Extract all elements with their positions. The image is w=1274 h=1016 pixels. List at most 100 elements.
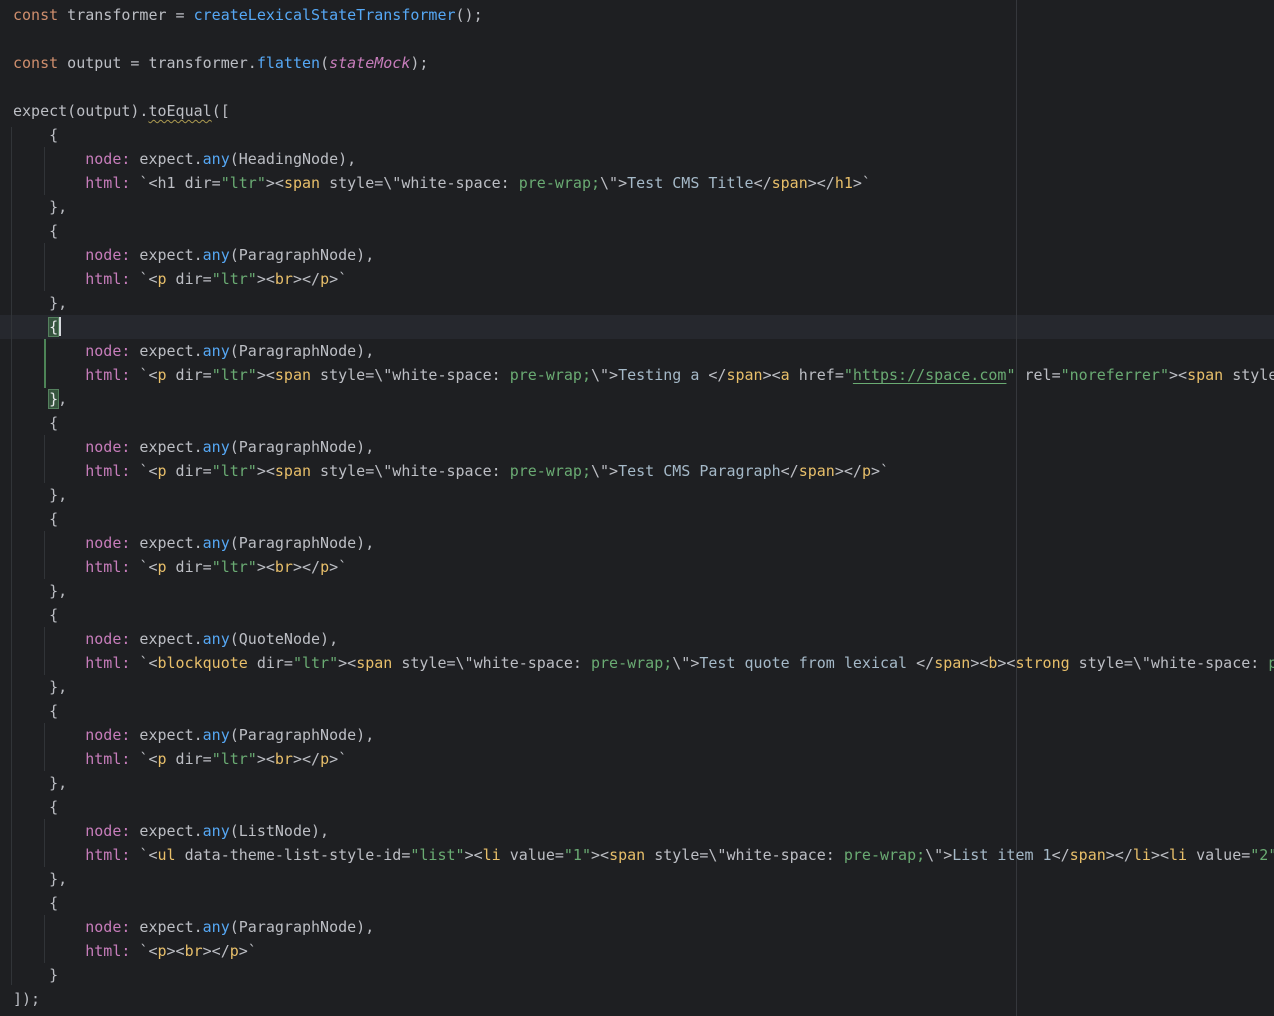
code-token-tag: br	[185, 942, 203, 960]
code-line[interactable]: {	[13, 699, 1274, 723]
code-token-str: pre-wrap;	[519, 174, 600, 192]
code-line[interactable]: html: `<ul data-theme-list-style-id="lis…	[13, 843, 1274, 867]
code-line[interactable]: {	[13, 507, 1274, 531]
code-token-tag: br	[275, 558, 293, 576]
code-token-tag: li	[1133, 846, 1151, 864]
code-token-t: ><	[763, 366, 781, 384]
code-line[interactable]: {	[13, 411, 1274, 435]
code-token-t: ([	[212, 102, 230, 120]
code-line[interactable]: node: expect.any(ParagraphNode),	[13, 339, 1274, 363]
code-line[interactable]: node: expect.any(ParagraphNode),	[13, 915, 1274, 939]
code-line[interactable]: html: `<p dir="ltr"><span style=\"white-…	[13, 459, 1274, 483]
code-token-t: {	[13, 222, 58, 240]
code-line[interactable]	[13, 27, 1274, 51]
code-token-t: ><	[1169, 366, 1187, 384]
code-token-prop: html:	[85, 942, 130, 960]
code-line[interactable]: },	[13, 579, 1274, 603]
code-line[interactable]: },	[13, 675, 1274, 699]
matched-brace: {	[49, 318, 58, 336]
code-token-fn: any	[203, 726, 230, 744]
code-line[interactable]: node: expect.any(ParagraphNode),	[13, 531, 1274, 555]
code-line[interactable]: node: expect.any(ParagraphNode),	[13, 435, 1274, 459]
code-token-t: `<	[130, 270, 157, 288]
code-token-t	[13, 942, 85, 960]
code-token-tag: p	[158, 558, 167, 576]
code-token-t: `<	[130, 558, 157, 576]
code-line[interactable]: }	[13, 963, 1274, 987]
code-line[interactable]: expect(output).toEqual([	[13, 99, 1274, 123]
code-token-fn: flatten	[257, 54, 320, 72]
code-token-t: dir=	[248, 654, 293, 672]
code-token-t: ,	[58, 390, 67, 408]
code-token-t: (ParagraphNode),	[230, 534, 375, 552]
code-token-t: (ParagraphNode),	[230, 726, 375, 744]
code-line[interactable]: ]);	[13, 987, 1274, 1011]
code-editor[interactable]: const transformer = createLexicalStateTr…	[0, 0, 1274, 1016]
code-token-t: {	[13, 606, 58, 624]
code-token-kw: const	[13, 6, 58, 24]
code-token-t: },	[13, 870, 67, 888]
code-token-html: Test CMS Title	[627, 174, 753, 192]
code-token-str: "list"	[410, 846, 464, 864]
code-line[interactable]: },	[13, 867, 1274, 891]
code-token-kw: const	[13, 54, 58, 72]
code-token-t: dir=	[167, 462, 212, 480]
code-line[interactable]: {	[13, 315, 1274, 339]
code-token-t: ></	[835, 462, 862, 480]
code-line[interactable]: {	[13, 603, 1274, 627]
code-line[interactable]: node: expect.any(QuoteNode),	[13, 627, 1274, 651]
code-line[interactable]: },	[13, 387, 1274, 411]
code-token-tag: span	[934, 654, 970, 672]
code-token-t: },	[13, 486, 67, 504]
code-line[interactable]: html: `<p dir="ltr"><br></p>`	[13, 747, 1274, 771]
code-token-tag: span	[284, 174, 320, 192]
code-token-tag: span	[726, 366, 762, 384]
code-line[interactable]: },	[13, 771, 1274, 795]
code-token-t: },	[13, 198, 67, 216]
code-token-str: "ltr"	[212, 462, 257, 480]
code-line[interactable]	[13, 75, 1274, 99]
code-token-t	[13, 630, 85, 648]
code-token-prop: node:	[85, 630, 130, 648]
code-token-fn: any	[203, 630, 230, 648]
code-line[interactable]: {	[13, 123, 1274, 147]
code-line[interactable]: },	[13, 291, 1274, 315]
code-token-str: "ltr"	[212, 750, 257, 768]
code-token-t: (ParagraphNode),	[230, 342, 375, 360]
code-token-t: ><	[970, 654, 988, 672]
code-line[interactable]: html: `<p><br></p>`	[13, 939, 1274, 963]
code-token-t: ></	[808, 174, 835, 192]
code-line[interactable]: html: `<p dir="ltr"><br></p>`	[13, 555, 1274, 579]
code-line[interactable]: html: `<p dir="ltr"><br></p>`	[13, 267, 1274, 291]
code-line[interactable]: html: `<p dir="ltr"><span style=\"white-…	[13, 363, 1274, 387]
code-token-prop: node:	[85, 822, 130, 840]
code-token-tag: span	[1187, 366, 1223, 384]
code-line[interactable]: node: expect.any(ParagraphNode),	[13, 723, 1274, 747]
code-line[interactable]: node: expect.any(HeadingNode),	[13, 147, 1274, 171]
code-token-t	[13, 342, 85, 360]
code-token-t: >`	[329, 750, 347, 768]
code-line[interactable]: const transformer = createLexicalStateTr…	[13, 3, 1274, 27]
code-line[interactable]: node: expect.any(ListNode),	[13, 819, 1274, 843]
code-line[interactable]: html: `<blockquote dir="ltr"><span style…	[13, 651, 1274, 675]
code-line[interactable]: {	[13, 219, 1274, 243]
code-token-t: ><	[338, 654, 356, 672]
code-line[interactable]: const output = transformer.flatten(state…	[13, 51, 1274, 75]
code-token-html: Test CMS Paragraph	[618, 462, 781, 480]
code-token-fn: any	[203, 342, 230, 360]
code-token-t: `<	[130, 846, 157, 864]
code-token-t: ><	[257, 366, 275, 384]
code-line[interactable]: {	[13, 891, 1274, 915]
code-line[interactable]: },	[13, 483, 1274, 507]
code-token-t: expect.	[130, 534, 202, 552]
code-token-t	[13, 846, 85, 864]
code-token-t: (ParagraphNode),	[230, 246, 375, 264]
code-token-t: >`	[329, 558, 347, 576]
code-token-html: Test quote from lexical	[699, 654, 916, 672]
code-token-t: `<	[130, 366, 157, 384]
code-line[interactable]: node: expect.any(ParagraphNode),	[13, 243, 1274, 267]
code-token-prop: html:	[85, 750, 130, 768]
code-line[interactable]: {	[13, 795, 1274, 819]
code-line[interactable]: html: `<h1 dir="ltr"><span style=\"white…	[13, 171, 1274, 195]
code-line[interactable]: },	[13, 195, 1274, 219]
